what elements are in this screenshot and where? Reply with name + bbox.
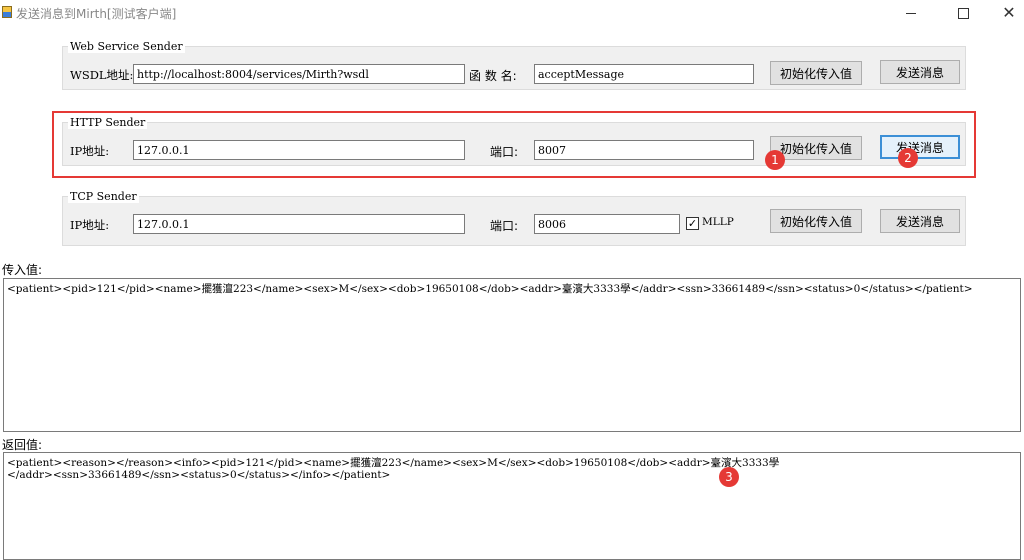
output-label: 返回值: [2, 438, 43, 452]
tcp-send-button[interactable]: 发送消息 [880, 209, 960, 233]
input-line-1: <patient><pid>121</pid><name>擺獲澶223</nam… [7, 283, 973, 295]
function-name-input[interactable]: acceptMessage [534, 64, 754, 84]
marker-3: 3 [719, 467, 739, 487]
app-icon [2, 6, 12, 18]
ws-init-button[interactable]: 初始化传入值 [770, 61, 862, 85]
minimize-button[interactable] [888, 0, 934, 26]
maximize-button[interactable] [940, 0, 986, 26]
tcp-port-label: 端口: [490, 219, 519, 233]
input-label: 传入值: [2, 263, 43, 277]
maximize-icon [957, 7, 969, 19]
tcp-init-button[interactable]: 初始化传入值 [770, 209, 862, 233]
tcp-port-input[interactable]: 8006 [534, 214, 680, 234]
tcp-ip-label: IP地址: [70, 218, 110, 232]
window-title: 发送消息到Mirth[测试客户端] [16, 7, 177, 21]
minimize-icon [906, 12, 916, 14]
close-icon: ✕ [1002, 3, 1016, 22]
output-line-1: <patient><reason></reason><info><pid>121… [7, 457, 780, 469]
function-name-label: 函 数 名: [469, 69, 517, 83]
wsdl-input[interactable]: http://localhost:8004/services/Mirth?wsd… [133, 64, 465, 84]
http-highlight-box [52, 111, 976, 178]
mllp-label: MLLP [702, 216, 734, 228]
ws-send-button[interactable]: 发送消息 [880, 60, 960, 84]
wsdl-label: WSDL地址: [70, 68, 134, 82]
mllp-checkbox[interactable]: ✓ [686, 217, 699, 230]
marker-2: 2 [898, 148, 918, 168]
tcp-ip-input[interactable]: 127.0.0.1 [133, 214, 465, 234]
close-button[interactable]: ✕ [986, 0, 1024, 26]
output-line-2: </addr><ssn>33661489</ssn><status>0</sta… [7, 469, 391, 481]
title-bar: 发送消息到Mirth[测试客户端] ✕ [0, 0, 1024, 26]
tcp-group-title: TCP Sender [68, 190, 139, 203]
web-service-group-title: Web Service Sender [68, 40, 185, 53]
output-textarea[interactable]: <patient><reason></reason><info><pid>121… [3, 452, 1021, 560]
marker-1: 1 [765, 150, 785, 170]
input-textarea[interactable]: <patient><pid>121</pid><name>擺獲澶223</nam… [3, 278, 1021, 432]
